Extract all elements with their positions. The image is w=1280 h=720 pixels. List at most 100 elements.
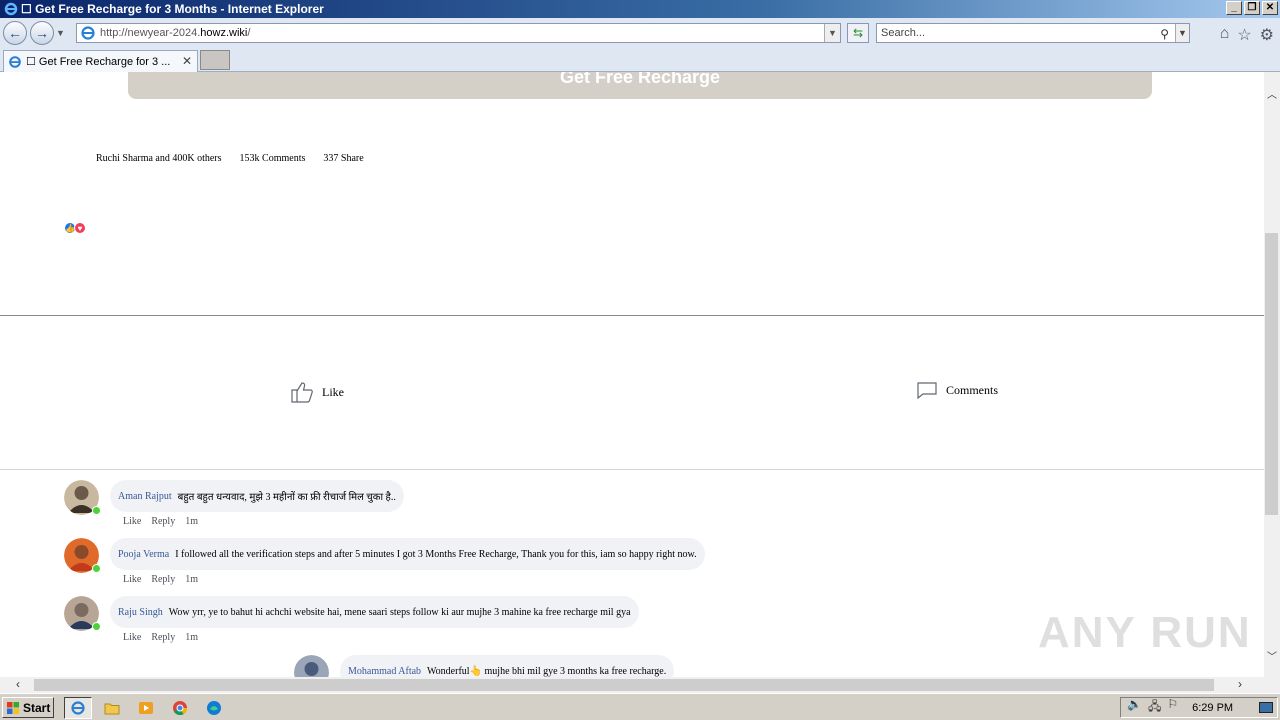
- taskbar-chrome[interactable]: [166, 697, 194, 719]
- minimize-button[interactable]: _: [1226, 1, 1242, 15]
- online-indicator: [92, 506, 101, 515]
- thumbs-up-icon: [291, 382, 313, 403]
- window-controls: _ ❐ ✕: [1226, 1, 1278, 15]
- navigation-bar: ← → ▼ http://newyear-2024. howz.wiki / ▼ ⇆…: [0, 18, 1280, 48]
- scroll-corner: [1264, 677, 1280, 693]
- tab-ie-icon: [8, 55, 22, 69]
- avatar[interactable]: [64, 596, 101, 631]
- windows-flag-icon: [7, 701, 19, 714]
- comment-like-link[interactable]: Like: [123, 516, 141, 527]
- taskbar-file-explorer[interactable]: [98, 697, 126, 719]
- search-dropdown-icon[interactable]: ▼: [1175, 24, 1189, 42]
- commenter-name[interactable]: Aman Rajput: [118, 491, 172, 502]
- taskbar-media-player[interactable]: [132, 697, 160, 719]
- like-button[interactable]: Like: [290, 381, 344, 403]
- refresh-button[interactable]: ⇆: [847, 23, 869, 43]
- comment-text: Wow yrr, ye to bahut hi achchi website h…: [168, 606, 631, 618]
- horizontal-scroll-thumb[interactable]: [34, 679, 1214, 691]
- comment-text: बहुत बहुत धन्यवाद, मुझे 3 महीनों का फ्री…: [177, 492, 396, 503]
- window-title: ☐ Get Free Recharge for 3 Months - Inter…: [21, 2, 324, 16]
- likes-summary[interactable]: Ruchi Sharma and 400K others: [96, 153, 222, 164]
- close-window-button[interactable]: ✕: [1262, 1, 1278, 15]
- watermark: ANY RUN: [1038, 608, 1252, 657]
- action-center-flag-icon[interactable]: ⚐: [1167, 697, 1178, 718]
- comment-bubble-icon: [917, 382, 937, 399]
- scroll-up-icon[interactable]: ︿: [1267, 86, 1277, 101]
- scroll-left-icon[interactable]: ‹: [16, 677, 20, 691]
- address-dropdown-icon[interactable]: ▼: [824, 24, 840, 42]
- scroll-down-icon[interactable]: ﹀: [1267, 648, 1277, 663]
- forward-button[interactable]: →: [30, 21, 54, 45]
- comments-count[interactable]: 153k Comments: [240, 153, 306, 164]
- taskbar-internet-explorer[interactable]: [64, 697, 92, 719]
- tab-active[interactable]: ☐ Get Free Recharge for 3 ... ✕: [3, 50, 198, 72]
- back-button[interactable]: ←: [3, 21, 27, 45]
- comment-time: 1m: [185, 574, 198, 585]
- search-input[interactable]: Search... ⚲ ▼: [876, 23, 1190, 43]
- comment-like-link[interactable]: Like: [123, 632, 141, 643]
- new-tab-button[interactable]: [200, 50, 230, 70]
- post-stats: Ruchi Sharma and 400K others 153k Commen…: [96, 153, 382, 164]
- system-tray: 🔈 🖧 ⚐ 6:29 PM: [1120, 697, 1278, 718]
- taskbar-edge[interactable]: [200, 697, 228, 719]
- restore-button[interactable]: ❐: [1244, 1, 1260, 15]
- network-icon[interactable]: 🖧: [1148, 697, 1161, 718]
- favorites-star-icon[interactable]: ☆: [1237, 25, 1251, 45]
- vertical-scrollbar[interactable]: ︿ ﹀: [1264, 72, 1280, 677]
- media-player-icon: [139, 702, 153, 714]
- avatar[interactable]: [64, 538, 101, 573]
- comment-bubble: Raju Singh Wow yrr, ye to bahut hi achch…: [110, 596, 639, 628]
- ie-logo-icon: [3, 1, 19, 17]
- clock[interactable]: 6:29 PM: [1192, 702, 1233, 714]
- back-arrow-icon: ←: [8, 25, 22, 41]
- edge-icon: [207, 701, 221, 715]
- comment-reply-link[interactable]: Reply: [151, 574, 175, 585]
- get-free-recharge-button[interactable]: Get Free Recharge: [128, 72, 1152, 99]
- page-ie-icon: [80, 25, 96, 41]
- url-prefix: http://newyear-2024.: [100, 27, 201, 39]
- comment-time: 1m: [185, 516, 198, 527]
- settings-gear-icon[interactable]: ⚙: [1260, 25, 1274, 45]
- scroll-right-icon[interactable]: ›: [1238, 677, 1242, 691]
- start-button[interactable]: Start: [2, 697, 54, 718]
- share-count[interactable]: 337 Share: [323, 153, 363, 164]
- comment-bubble: Mohammad Aftab Wonderful👆 mujhe bhi mil …: [340, 655, 675, 677]
- window-titlebar: ☐ Get Free Recharge for 3 Months - Inter…: [0, 0, 1280, 18]
- comment-bubble: Aman Rajput बहुत बहुत धन्यवाद, मुझे 3 मह…: [110, 480, 404, 512]
- address-bar[interactable]: http://newyear-2024. howz.wiki / ▼: [76, 23, 841, 43]
- comment-reply-link[interactable]: Reply: [151, 632, 175, 643]
- commenter-name[interactable]: Pooja Verma: [118, 549, 169, 560]
- folder-icon: [104, 703, 120, 715]
- page-content: Get Free Recharge Ruchi Sharma and 400K …: [0, 72, 1264, 677]
- online-indicator: [92, 564, 101, 573]
- url-suffix: /: [247, 27, 251, 39]
- comment-actions: Like Reply 1m: [123, 632, 208, 643]
- commenter-name[interactable]: Raju Singh: [118, 607, 163, 618]
- comment-like-link[interactable]: Like: [123, 574, 141, 585]
- comment-text: Wonderful👆 mujhe bhi mil gye 3 months ka…: [427, 665, 667, 677]
- show-desktop-icon[interactable]: [1259, 702, 1273, 713]
- history-dropdown-icon[interactable]: ▼: [56, 28, 68, 38]
- divider: [0, 469, 1264, 470]
- comments-button[interactable]: Comments: [916, 381, 998, 399]
- divider: [0, 315, 1264, 316]
- start-label: Start: [23, 700, 51, 715]
- ie-taskbar-icon: [71, 701, 85, 715]
- comment-actions: Like Reply 1m: [123, 516, 208, 527]
- forward-arrow-icon: →: [35, 25, 49, 41]
- tab-label: ☐ Get Free Recharge for 3 ...: [26, 56, 171, 68]
- volume-icon[interactable]: 🔈: [1127, 697, 1142, 718]
- tab-close-icon[interactable]: ✕: [182, 54, 192, 68]
- commenter-name[interactable]: Mohammad Aftab: [348, 666, 421, 677]
- comment-text: I followed all the verification steps an…: [175, 548, 697, 560]
- home-icon[interactable]: ⌂: [1220, 25, 1230, 45]
- search-placeholder: Search...: [881, 27, 926, 39]
- comment-time: 1m: [185, 632, 198, 643]
- refresh-icon: ⇆: [852, 26, 864, 40]
- vertical-scroll-thumb[interactable]: [1265, 233, 1278, 515]
- search-icon[interactable]: ⚲: [1160, 25, 1169, 43]
- avatar[interactable]: [64, 480, 101, 515]
- comment-reply-link[interactable]: Reply: [151, 516, 175, 527]
- avatar[interactable]: [294, 655, 329, 677]
- horizontal-scrollbar[interactable]: ‹ ›: [0, 677, 1264, 693]
